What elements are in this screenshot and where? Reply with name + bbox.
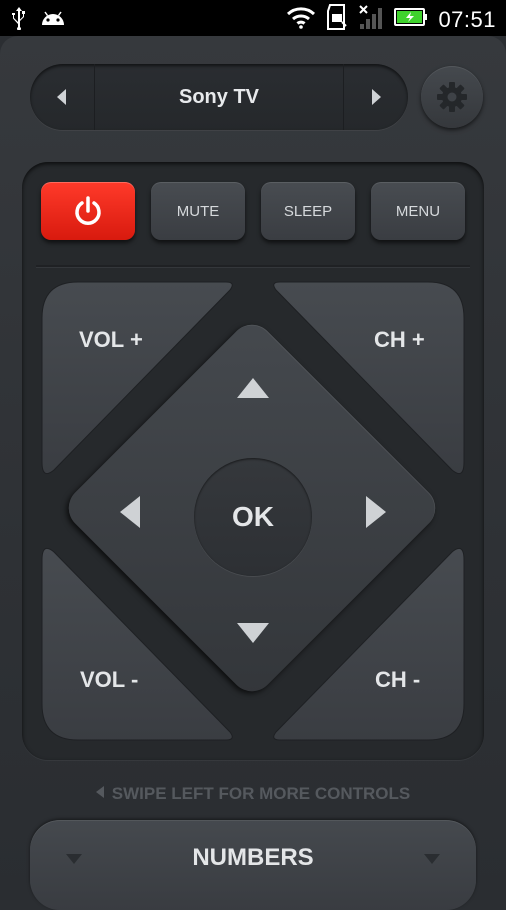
- swipe-hint: SWIPE LEFT FOR MORE CONTROLS: [0, 784, 506, 804]
- swipe-hint-text: SWIPE LEFT FOR MORE CONTROLS: [111, 784, 411, 803]
- numbers-drawer-button[interactable]: NUMBERS: [30, 820, 476, 910]
- dpad-right-button[interactable]: [364, 494, 388, 530]
- numbers-label: NUMBERS: [192, 844, 314, 871]
- ch-down-label: CH -: [375, 667, 421, 692]
- triangle-left-small-icon: [95, 786, 104, 798]
- chevron-down-icon: [424, 854, 440, 864]
- dpad-down-button[interactable]: [235, 621, 271, 645]
- dpad-left-button[interactable]: [118, 494, 142, 530]
- dpad-up-button[interactable]: [235, 376, 271, 400]
- vol-up-label: VOL +: [79, 327, 143, 352]
- ch-up-label: CH +: [374, 327, 425, 352]
- vol-down-label: VOL -: [80, 667, 139, 692]
- ok-button[interactable]: OK: [194, 458, 312, 576]
